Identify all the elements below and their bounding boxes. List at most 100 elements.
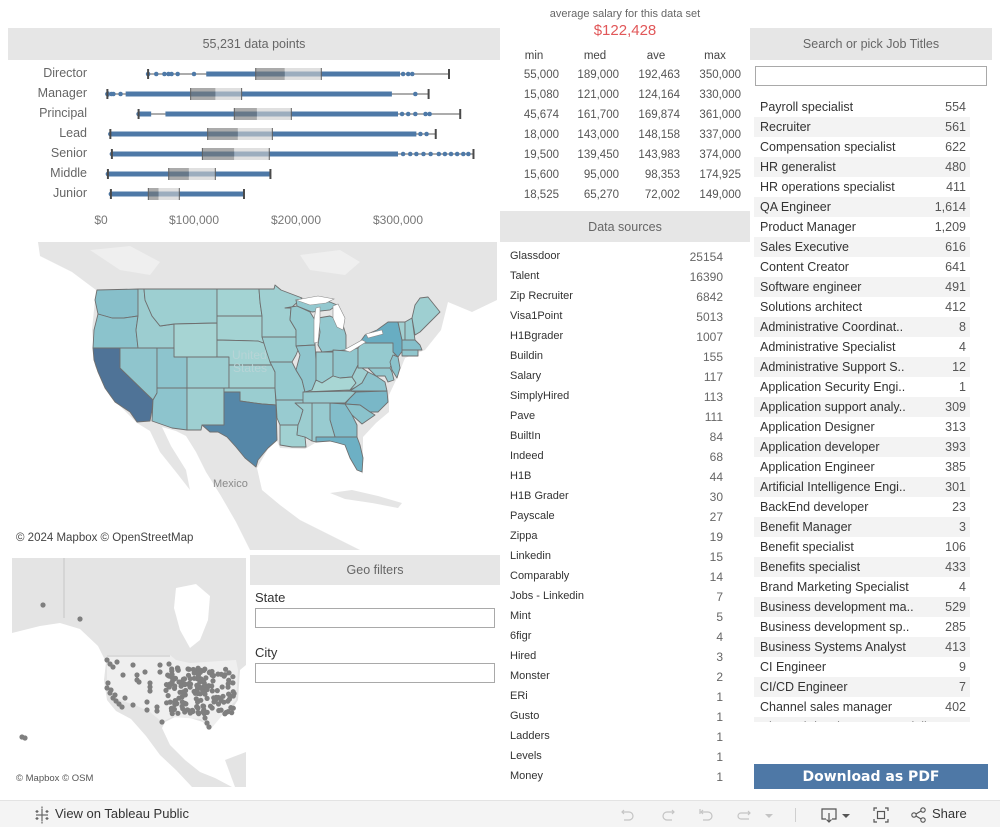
city-point[interactable] bbox=[157, 662, 163, 668]
refresh-dropdown-icon[interactable] bbox=[763, 806, 775, 824]
city-point[interactable] bbox=[159, 719, 165, 725]
refresh-icon[interactable] bbox=[735, 806, 753, 824]
boxplot-row-manager[interactable] bbox=[105, 88, 430, 100]
city-point[interactable] bbox=[169, 679, 175, 685]
job-title-item[interactable]: Artificial Intelligence Engi.. 301 bbox=[754, 477, 970, 497]
city-point[interactable] bbox=[216, 707, 222, 714]
city-point[interactable] bbox=[186, 680, 192, 687]
download-icon[interactable] bbox=[820, 806, 838, 824]
job-title-item[interactable]: Administrative Support S.. 12 bbox=[754, 357, 970, 377]
city-filter-input[interactable] bbox=[255, 663, 495, 683]
city-point[interactable] bbox=[220, 693, 226, 699]
boxplot-row-middle[interactable] bbox=[105, 168, 272, 180]
city-points-map[interactable]: © Mapbox © OSM bbox=[12, 558, 246, 787]
city-point[interactable] bbox=[206, 724, 212, 730]
city-point[interactable] bbox=[202, 715, 208, 721]
city-point[interactable] bbox=[230, 705, 236, 711]
job-title-item[interactable]: Application Engineer 385 bbox=[754, 457, 970, 477]
city-point[interactable] bbox=[179, 699, 185, 705]
undo-icon[interactable] bbox=[619, 806, 637, 824]
city-point[interactable] bbox=[200, 689, 206, 695]
job-title-item[interactable]: Recruiter 561 bbox=[754, 117, 970, 137]
mini-map-attribution[interactable]: © Mapbox © OSM bbox=[14, 773, 96, 784]
mini-map-canvas[interactable] bbox=[12, 558, 246, 787]
state-choropleth-map[interactable]: United States Mexico © 2024 Mapbox © Ope… bbox=[10, 240, 497, 550]
state-CO[interactable] bbox=[186, 356, 230, 389]
job-title-item[interactable]: CI/CD Engineer 7 bbox=[754, 677, 970, 697]
boxplot-row-lead[interactable] bbox=[108, 128, 437, 140]
city-point[interactable] bbox=[130, 702, 136, 708]
city-point[interactable] bbox=[195, 665, 201, 671]
city-point[interactable] bbox=[214, 688, 220, 694]
city-point[interactable] bbox=[134, 672, 140, 678]
city-point[interactable] bbox=[206, 683, 212, 689]
city-point[interactable] bbox=[77, 616, 83, 622]
city-point[interactable] bbox=[187, 710, 193, 716]
state-ND[interactable] bbox=[216, 288, 263, 317]
job-titles-list[interactable]: Payroll specialist 554 Recruiter 561 Compens… bbox=[754, 97, 970, 722]
city-point[interactable] bbox=[223, 666, 229, 672]
job-title-item[interactable]: Solutions architect 412 bbox=[754, 297, 970, 317]
city-point[interactable] bbox=[144, 699, 150, 705]
state-PA[interactable] bbox=[357, 342, 396, 369]
city-point[interactable] bbox=[171, 706, 177, 713]
state-WA[interactable] bbox=[94, 288, 139, 319]
city-point[interactable] bbox=[206, 670, 212, 676]
state-OR[interactable] bbox=[92, 313, 139, 349]
job-title-item[interactable]: Software engineer 491 bbox=[754, 277, 970, 297]
city-point[interactable] bbox=[221, 699, 227, 705]
city-point[interactable] bbox=[230, 693, 236, 699]
job-title-item[interactable]: CI Engineer 9 bbox=[754, 657, 970, 677]
state-WY[interactable] bbox=[173, 322, 218, 358]
job-title-item[interactable]: Application Designer 313 bbox=[754, 417, 970, 437]
city-point[interactable] bbox=[172, 698, 178, 704]
city-point[interactable] bbox=[114, 659, 120, 665]
download-dropdown-icon[interactable] bbox=[840, 806, 852, 824]
boxplot-row-senior[interactable] bbox=[109, 148, 475, 160]
city-point[interactable] bbox=[40, 602, 46, 608]
city-point[interactable] bbox=[105, 680, 111, 686]
fullscreen-icon[interactable] bbox=[872, 806, 890, 824]
state-CT[interactable] bbox=[401, 349, 419, 357]
job-title-search-input[interactable] bbox=[755, 66, 987, 86]
city-point[interactable] bbox=[204, 709, 210, 716]
job-title-item[interactable]: Sales Executive 616 bbox=[754, 237, 970, 257]
revert-icon[interactable] bbox=[698, 806, 716, 824]
city-point[interactable] bbox=[165, 693, 171, 699]
city-point[interactable] bbox=[169, 671, 175, 678]
city-point[interactable] bbox=[108, 687, 114, 693]
city-point[interactable] bbox=[122, 695, 128, 701]
city-point[interactable] bbox=[193, 696, 199, 702]
boxplot-row-director[interactable] bbox=[145, 68, 450, 80]
city-point[interactable] bbox=[176, 679, 182, 685]
city-point[interactable] bbox=[209, 688, 215, 694]
job-title-item[interactable]: Administrative Specialist 4 bbox=[754, 337, 970, 357]
city-point[interactable] bbox=[204, 695, 210, 702]
job-title-item[interactable]: Application Security Engi.. 1 bbox=[754, 377, 970, 397]
city-point[interactable] bbox=[166, 661, 172, 667]
city-point[interactable] bbox=[175, 665, 181, 671]
share-icon[interactable] bbox=[910, 806, 928, 824]
map-canvas[interactable]: United States Mexico bbox=[10, 240, 497, 550]
job-title-item[interactable]: Channel sales manager 402 bbox=[754, 697, 970, 717]
city-point[interactable] bbox=[222, 711, 228, 717]
city-point[interactable] bbox=[175, 710, 181, 716]
city-point[interactable] bbox=[110, 664, 116, 670]
state-filter-input[interactable] bbox=[255, 608, 495, 628]
city-point[interactable] bbox=[221, 673, 227, 679]
tableau-logo-icon[interactable] bbox=[33, 806, 51, 824]
job-title-item[interactable]: Application developer 393 bbox=[754, 437, 970, 457]
city-point[interactable] bbox=[130, 662, 136, 668]
city-point[interactable] bbox=[147, 688, 153, 694]
city-point[interactable] bbox=[163, 687, 169, 694]
city-point[interactable] bbox=[203, 675, 209, 681]
city-point[interactable] bbox=[136, 679, 142, 685]
city-point[interactable] bbox=[230, 674, 236, 680]
job-title-item[interactable]: Benefits specialist 433 bbox=[754, 557, 970, 577]
city-point[interactable] bbox=[119, 704, 125, 710]
city-point[interactable] bbox=[167, 699, 173, 705]
city-point[interactable] bbox=[112, 692, 118, 698]
job-title-item[interactable]: Product Manager 1,209 bbox=[754, 217, 970, 237]
map-attribution[interactable]: © 2024 Mapbox © OpenStreetMap bbox=[14, 532, 196, 544]
job-title-item[interactable]: Administrative Coordinat.. 8 bbox=[754, 317, 970, 337]
